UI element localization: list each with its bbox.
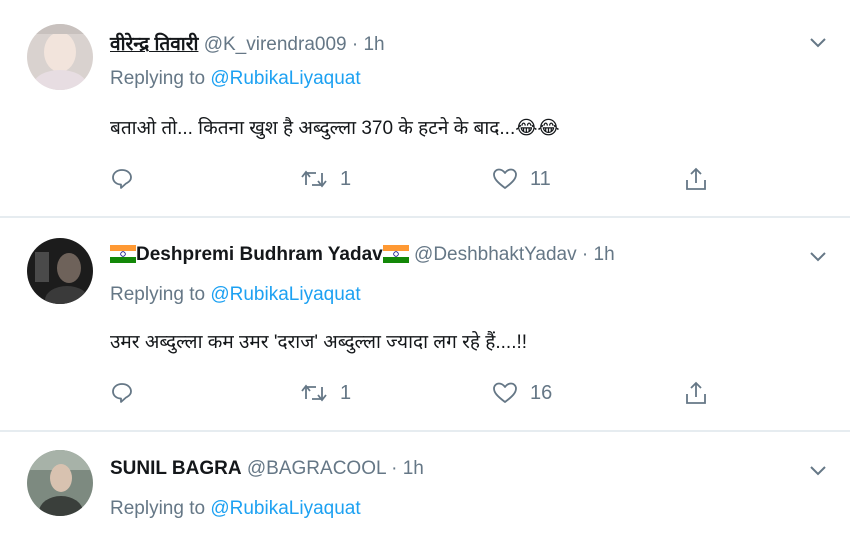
separator-dot: · (391, 458, 398, 479)
retweet-button[interactable]: 1 (300, 378, 351, 408)
india-flag-icon (382, 245, 409, 263)
like-button[interactable]: 11 (492, 164, 551, 194)
replying-handle[interactable]: @RubikaLiyaquat (210, 498, 360, 519)
like-icon (493, 168, 517, 189)
retweet-icon (301, 384, 327, 402)
like-count: 11 (530, 167, 551, 190)
tweet[interactable]: SUNIL BAGRA @BAGRACOOL · 1h Replying to … (0, 430, 850, 550)
replying-prefix: Replying to (110, 284, 206, 305)
tweet-actions: 1 11 (108, 164, 728, 194)
chevron-down-icon[interactable] (808, 250, 828, 264)
display-name[interactable]: वीरेन्द्र तिवारी (110, 34, 198, 55)
retweet-count: 1 (340, 167, 352, 190)
timestamp[interactable]: 1h (363, 34, 384, 55)
replying-to: Replying to @RubikaLiyaquat (110, 498, 361, 520)
reply-icon (112, 383, 132, 403)
share-button[interactable] (684, 164, 708, 194)
india-flag-icon (110, 245, 136, 263)
user-handle[interactable]: @DeshbhaktYadav (414, 244, 577, 265)
replying-prefix: Replying to (110, 68, 206, 89)
timestamp[interactable]: 1h (403, 458, 424, 479)
reply-button[interactable] (110, 378, 134, 408)
avatar[interactable] (27, 450, 93, 516)
tweet-header: Deshpremi Budhram Yadav @DeshbhaktYadav … (110, 244, 615, 266)
timestamp[interactable]: 1h (594, 244, 615, 265)
display-name[interactable]: SUNIL BAGRA (110, 458, 242, 479)
like-button[interactable]: 16 (492, 378, 552, 408)
retweet-icon (301, 170, 327, 188)
tweet-actions: 1 16 (108, 378, 728, 408)
like-icon (493, 382, 517, 403)
replying-to: Replying to @RubikaLiyaquat (110, 68, 361, 90)
tweet-text: उमर अब्दुल्ला कम उमर 'दराज' अब्दुल्ला ज्… (110, 332, 528, 353)
share-button[interactable] (684, 378, 708, 408)
tweet[interactable]: वीरेन्द्र तिवारी @K_virendra009 · 1h Rep… (0, 0, 850, 218)
replying-handle[interactable]: @RubikaLiyaquat (210, 284, 360, 305)
share-icon (686, 167, 706, 190)
separator-dot: · (351, 34, 359, 55)
tweet[interactable]: Deshpremi Budhram Yadav @DeshbhaktYadav … (0, 216, 850, 432)
replying-to: Replying to @RubikaLiyaquat (110, 284, 361, 306)
avatar[interactable] (27, 24, 93, 90)
chevron-down-icon[interactable] (808, 464, 828, 478)
separator-dot: · (581, 244, 589, 265)
retweet-button[interactable]: 1 (300, 164, 351, 194)
replying-prefix: Replying to (110, 498, 206, 519)
retweet-count: 1 (340, 381, 352, 404)
chevron-down-icon[interactable] (808, 36, 828, 50)
like-count: 16 (530, 381, 553, 404)
replying-handle[interactable]: @RubikaLiyaquat (210, 68, 360, 89)
user-handle[interactable]: @K_virendra009 (204, 34, 347, 55)
reply-icon (112, 169, 132, 189)
tweet-header: वीरेन्द्र तिवारी @K_virendra009 · 1h (110, 30, 385, 56)
display-name[interactable]: Deshpremi Budhram Yadav (136, 244, 383, 265)
share-icon (686, 381, 706, 404)
avatar[interactable] (27, 238, 93, 304)
tweet-text: बताओ तो... कितना खुश है अब्दुल्ला 370 के… (110, 118, 560, 139)
tweet-header: SUNIL BAGRA @BAGRACOOL · 1h (110, 458, 424, 480)
reply-button[interactable] (110, 164, 134, 194)
user-handle[interactable]: @BAGRACOOL (247, 458, 386, 479)
